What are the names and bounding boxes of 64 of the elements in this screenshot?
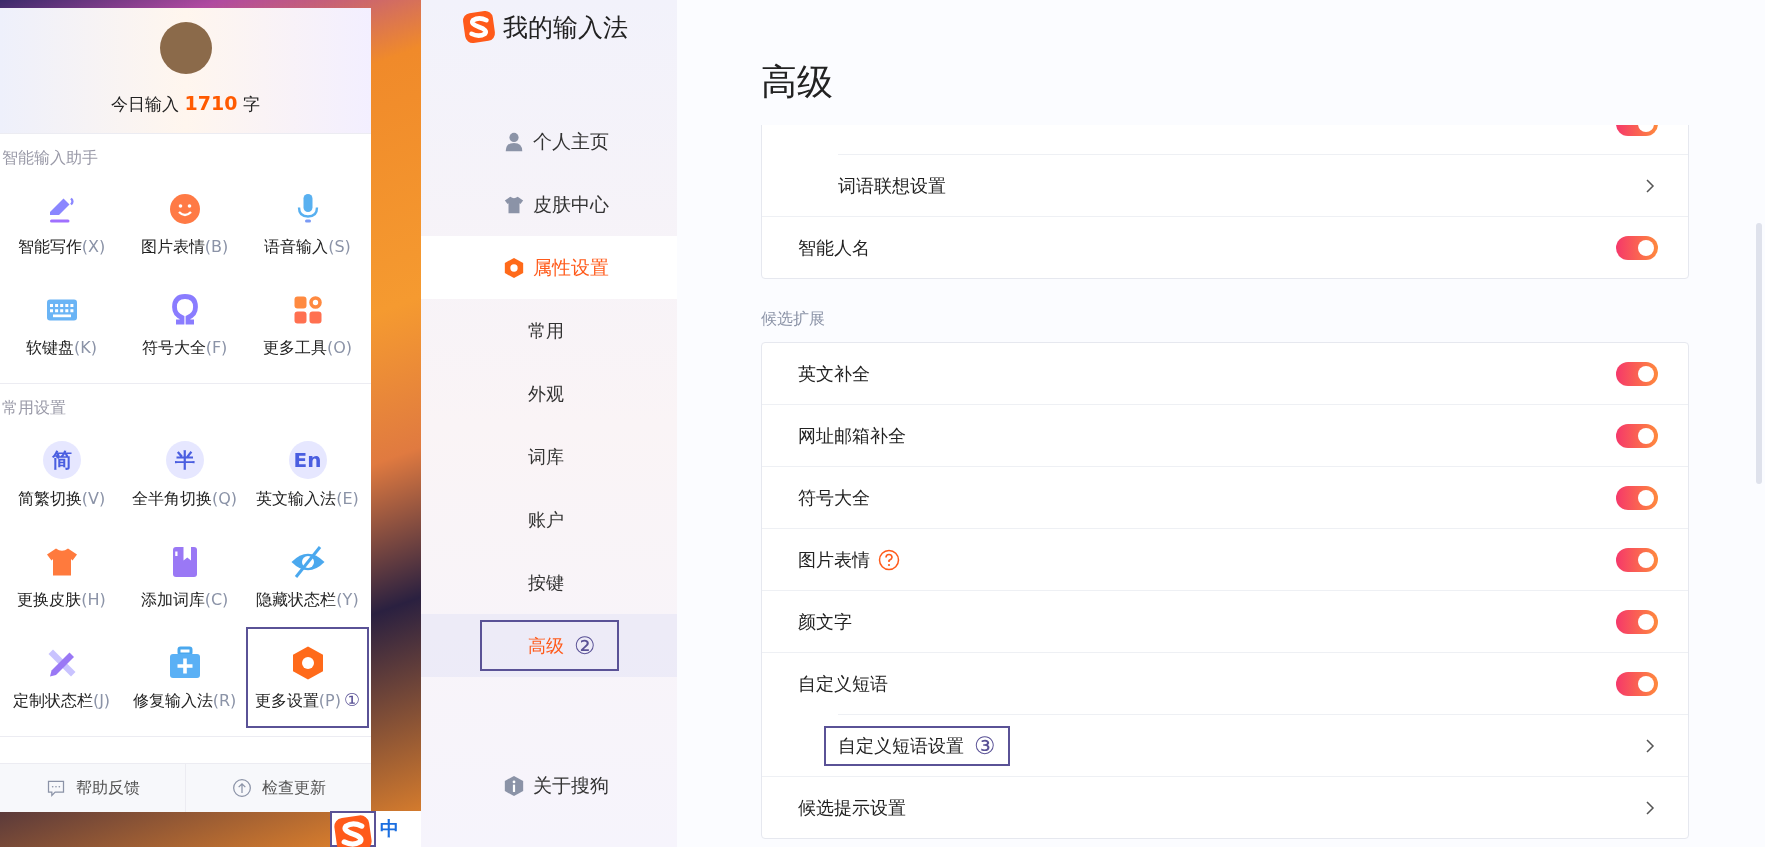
section-title: 智能输入助手 bbox=[2, 148, 99, 169]
logo-frame[interactable] bbox=[330, 811, 376, 847]
setting-label: 自定义短语设置 ③ bbox=[824, 725, 1010, 766]
toggle-switch[interactable] bbox=[1616, 485, 1658, 510]
app-title: 我的输入法 bbox=[503, 11, 628, 44]
eye-slash-icon bbox=[289, 544, 326, 580]
setting-label: 网址邮箱补全 bbox=[798, 423, 906, 448]
setting-label: 英文补全 bbox=[798, 361, 870, 386]
nav-subitem[interactable]: 外观 bbox=[480, 368, 619, 419]
tool-button[interactable]: 软键盘(K) bbox=[0, 274, 123, 375]
tool-button[interactable]: 添加词库(C) bbox=[123, 526, 246, 627]
footer-button[interactable]: 帮助反馈 bbox=[0, 764, 185, 812]
toggle-switch[interactable] bbox=[1616, 671, 1658, 696]
nav-item[interactable]: 关于搜狗 bbox=[421, 754, 677, 817]
setting-label: 词语联想设置 bbox=[838, 173, 946, 198]
nav-subitem[interactable]: 词库 bbox=[480, 431, 619, 482]
nav-item[interactable]: 皮肤中心 bbox=[421, 173, 677, 236]
tool-button[interactable]: 修复输入法(R) bbox=[123, 627, 246, 728]
upload-icon bbox=[231, 778, 252, 798]
toggle-switch[interactable] bbox=[1616, 547, 1658, 572]
section-title: 候选扩展 bbox=[761, 309, 826, 330]
tool-button[interactable]: 更多工具(O) bbox=[246, 274, 369, 375]
tool-button[interactable]: En 英文输入法(E) bbox=[246, 423, 369, 526]
tool-button[interactable]: 智能写作(X) bbox=[0, 173, 123, 274]
tool-button[interactable]: 定制状态栏(J) bbox=[0, 627, 123, 728]
glyph-icon: 半 bbox=[165, 441, 204, 479]
setting-label: 智能人名 bbox=[798, 235, 870, 260]
tool-button[interactable]: 更多设置(P) ① bbox=[246, 627, 369, 728]
nav-subitem[interactable]: 账户 bbox=[480, 494, 619, 545]
setting-label: 颜文字 bbox=[798, 609, 852, 634]
input-mode-indicator[interactable]: 中 bbox=[380, 816, 399, 842]
tool-button[interactable]: 简 简繁切换(V) bbox=[0, 423, 123, 526]
glyph-icon: 简 bbox=[42, 441, 81, 479]
setting-label: 自定义短语 bbox=[798, 671, 888, 696]
toggle-switch[interactable] bbox=[1616, 235, 1658, 260]
toggle-switch[interactable] bbox=[1616, 361, 1658, 386]
help-icon[interactable] bbox=[878, 548, 900, 571]
tool-button[interactable]: 符号大全(F) bbox=[123, 274, 246, 375]
chat-icon bbox=[45, 778, 66, 798]
hexagon-icon bbox=[503, 256, 525, 279]
toggle-switch[interactable] bbox=[1616, 609, 1658, 634]
glyph-icon: En bbox=[288, 441, 327, 479]
nav-item[interactable]: 个人主页 bbox=[421, 110, 677, 173]
tool-button[interactable]: 图片表情(B) bbox=[123, 173, 246, 274]
tool-button[interactable]: 更换皮肤(H) bbox=[0, 526, 123, 627]
footer-button[interactable]: 检查更新 bbox=[185, 764, 371, 812]
setting-label: 符号大全 bbox=[798, 485, 870, 510]
nav-subitem[interactable]: 高级 ② bbox=[480, 620, 619, 671]
nav-subitem[interactable]: 常用 bbox=[480, 305, 619, 356]
daily-input-count: 今日输入 1710 字 bbox=[110, 92, 261, 116]
setting-label: 图片表情 bbox=[798, 547, 870, 572]
info-icon bbox=[503, 774, 525, 797]
person-icon bbox=[503, 130, 525, 153]
avatar bbox=[159, 22, 212, 74]
nav-subitem[interactable]: 按键 bbox=[480, 557, 619, 608]
tool-button[interactable]: 语音输入(S) bbox=[246, 173, 369, 274]
logo-icon bbox=[461, 9, 497, 45]
section-title: 常用设置 bbox=[2, 398, 67, 419]
tool-button[interactable]: 隐藏状态栏(Y) bbox=[246, 526, 369, 627]
scrollbar[interactable] bbox=[1756, 223, 1762, 484]
toggle-switch[interactable] bbox=[1616, 423, 1658, 448]
page-title: 高级 bbox=[761, 60, 833, 104]
setting-label: 候选提示设置 bbox=[798, 795, 906, 820]
tool-button[interactable]: 半 全半角切换(Q) bbox=[123, 423, 246, 526]
